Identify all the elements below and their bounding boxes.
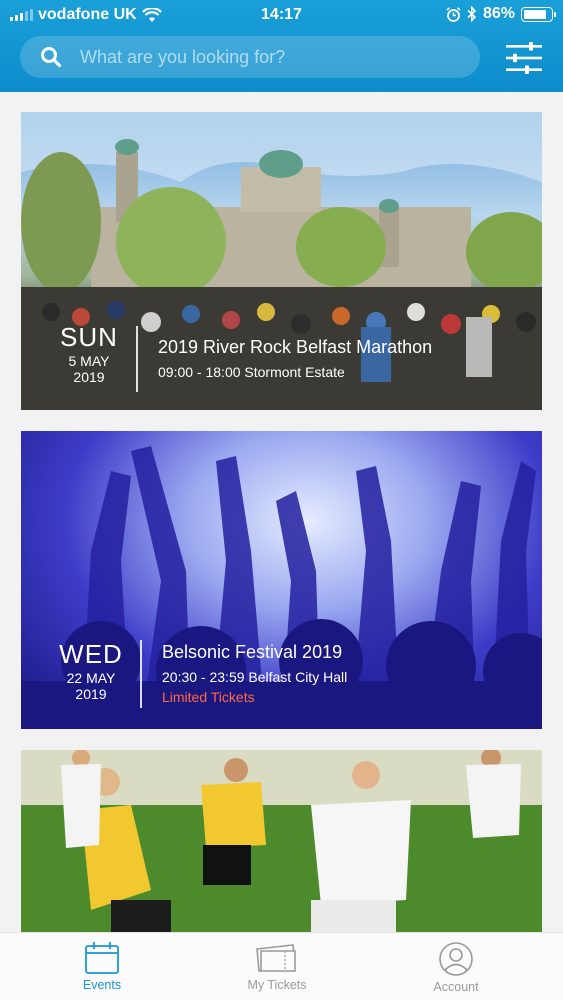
battery-icon <box>521 6 556 22</box>
tab-events[interactable]: Events <box>37 941 167 992</box>
tab-label: Events <box>82 978 122 992</box>
battery-level <box>524 9 547 19</box>
tab-label: Account <box>433 980 479 994</box>
bluetooth-icon <box>467 6 477 22</box>
filter-icon[interactable] <box>505 42 543 74</box>
event-day: WED <box>59 639 123 669</box>
tab-my-tickets[interactable]: My Tickets <box>212 941 342 992</box>
event-image <box>21 750 542 932</box>
search-input[interactable] <box>80 46 440 68</box>
event-date: WED 22 MAY 2019 <box>51 639 131 702</box>
event-time-location: 20:30 - 23:59 Belfast City Hall <box>162 669 348 685</box>
event-card[interactable]: SUN 5 MAY 2019 2019 River Rock Belfast M… <box>21 112 542 410</box>
date-divider <box>140 640 142 708</box>
event-info: Belsonic Festival 2019 20:30 - 23:59 Bel… <box>162 642 532 705</box>
event-year: 2019 <box>75 686 107 702</box>
calendar-icon <box>85 942 119 974</box>
app-header: vodafone UK 14:17 86% <box>0 0 563 92</box>
event-title: 2019 River Rock Belfast Marathon <box>158 337 433 357</box>
alarm-icon <box>446 6 461 22</box>
tab-label: My Tickets <box>247 978 307 992</box>
event-card[interactable]: WED 22 MAY 2019 Belsonic Festival 2019 2… <box>21 431 542 729</box>
event-info: 2019 River Rock Belfast Marathon 09:00 -… <box>158 337 538 380</box>
battery-percent: 86% <box>482 5 515 22</box>
event-card[interactable] <box>21 750 542 932</box>
limited-tickets-label: Limited Tickets <box>162 689 255 705</box>
event-time-location: 09:00 - 18:00 Stormont Estate <box>158 364 345 380</box>
ticket-icon <box>256 944 296 972</box>
status-bar: vodafone UK 14:17 86% <box>0 0 563 30</box>
event-day: SUN <box>60 322 118 352</box>
event-feed[interactable]: SUN 5 MAY 2019 2019 River Rock Belfast M… <box>0 92 563 932</box>
event-date: SUN 5 MAY 2019 <box>49 322 129 385</box>
search-icon[interactable] <box>40 46 62 68</box>
status-right: 86% <box>446 5 556 23</box>
event-day-month: 22 MAY <box>66 670 116 686</box>
tab-account[interactable]: Account <box>391 941 521 994</box>
event-year: 2019 <box>73 369 105 385</box>
tab-bar: Events My Tickets Account <box>0 932 563 1000</box>
account-icon <box>439 942 473 976</box>
date-divider <box>136 326 138 392</box>
event-day-month: 5 MAY <box>68 353 110 369</box>
event-title: Belsonic Festival 2019 <box>162 642 343 662</box>
search-bar[interactable] <box>20 36 480 78</box>
